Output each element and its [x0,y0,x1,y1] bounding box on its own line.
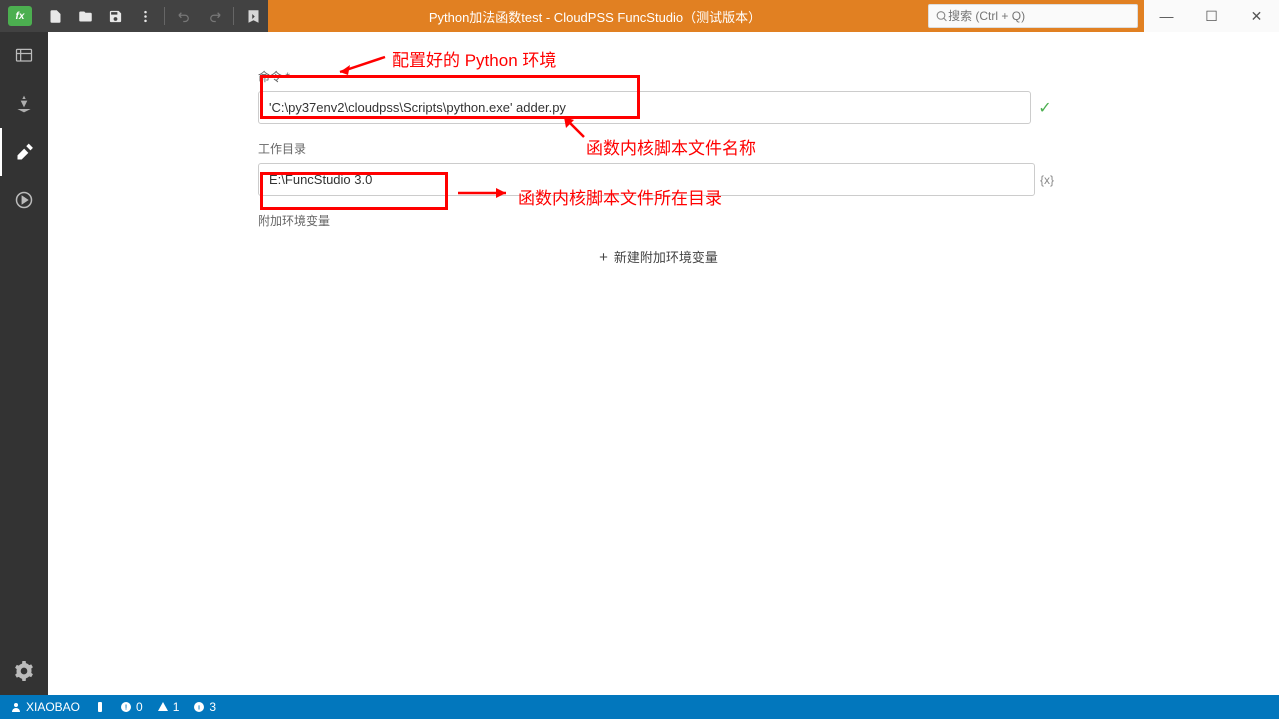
status-network-icon[interactable] [94,701,106,713]
command-label: 命令 * [258,68,1059,85]
search-box[interactable] [928,4,1138,28]
content-pane: 命令 * ✓ 工作目录 {x} 附加环境变量 +新建附加环境变量 [48,32,1279,695]
sidebar-plugin-icon[interactable] [0,80,48,128]
more-icon[interactable] [130,0,160,32]
redo-icon[interactable] [199,0,229,32]
info-icon: i [193,701,205,713]
open-folder-icon[interactable] [70,0,100,32]
maximize-button[interactable]: ☐ [1189,0,1234,32]
workdir-label: 工作目录 [258,140,1059,157]
new-file-icon[interactable] [40,0,70,32]
sidebar-settings-icon[interactable] [0,647,48,695]
debug-icon[interactable] [238,0,268,32]
window-controls: — ☐ ✕ [1144,0,1279,32]
add-env-button[interactable]: +新建附加环境变量 [258,247,1059,266]
main-area: 命令 * ✓ 工作目录 {x} 附加环境变量 +新建附加环境变量 [0,32,1279,695]
status-user[interactable]: XIAOBAO [10,700,80,714]
undo-icon[interactable] [169,0,199,32]
command-input[interactable] [258,91,1031,124]
workdir-input[interactable] [258,163,1035,196]
save-icon[interactable] [100,0,130,32]
search-icon [935,9,948,23]
warning-icon [157,701,169,713]
sidebar-tools-icon[interactable] [0,128,48,176]
error-icon: ! [120,701,132,713]
check-icon[interactable]: ✓ [1031,91,1059,124]
sidebar [0,32,48,695]
status-errors[interactable]: ! 0 [120,700,143,714]
sidebar-overview-icon[interactable] [0,32,48,80]
user-icon [10,701,22,713]
status-warnings[interactable]: 1 [157,700,180,714]
svg-text:!: ! [125,705,127,712]
minimize-button[interactable]: — [1144,0,1189,32]
toolbar-left: fx [0,0,268,32]
window-title: Python加法函数test - CloudPSS FuncStudio（测试版… [268,7,922,26]
search-input[interactable] [948,9,1131,23]
sidebar-run-icon[interactable] [0,176,48,224]
app-logo[interactable]: fx [8,6,32,26]
env-label: 附加环境变量 [258,212,1059,229]
workdir-variable-icon[interactable]: {x} [1035,163,1059,196]
statusbar: XIAOBAO ! 0 1 i 3 [0,695,1279,719]
status-info[interactable]: i 3 [193,700,216,714]
close-button[interactable]: ✕ [1234,0,1279,32]
svg-text:i: i [199,705,201,712]
titlebar: fx Python加法函数test - CloudPSS FuncStudio（… [0,0,1279,32]
